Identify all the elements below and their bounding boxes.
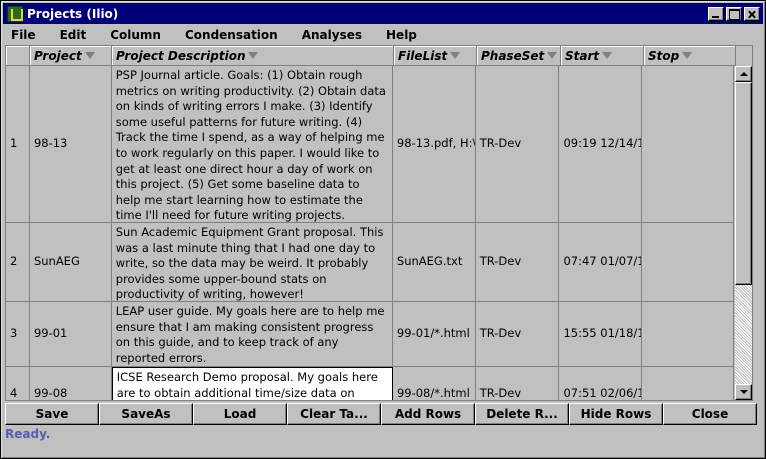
stop-cell[interactable] xyxy=(642,223,734,301)
window-controls xyxy=(706,6,760,21)
column-header-stop[interactable]: Stop xyxy=(644,46,736,66)
row-number: 2 xyxy=(6,223,30,301)
start-cell[interactable]: 15:55 01/18/1 xyxy=(559,302,643,366)
stop-cell[interactable] xyxy=(642,367,734,400)
column-header-phaseset[interactable]: PhaseSet xyxy=(477,46,561,66)
column-label: Project xyxy=(34,48,82,63)
project-cell[interactable]: SunAEG xyxy=(30,223,112,301)
vertical-scrollbar[interactable] xyxy=(735,66,752,400)
start-cell[interactable]: 07:51 02/06/1 xyxy=(559,367,643,400)
column-header-filelist[interactable]: FileList xyxy=(394,46,477,66)
projects-table: Project Project Description FileList Pha… xyxy=(5,45,753,401)
menu-column[interactable]: Column xyxy=(102,28,169,42)
row-number-header xyxy=(6,46,30,66)
phaseset-cell[interactable]: TR-Dev xyxy=(476,302,560,366)
phaseset-cell[interactable]: TR-Dev xyxy=(476,367,560,400)
project-cell[interactable]: 99-08 xyxy=(30,367,112,400)
row-number: 1 xyxy=(6,66,30,222)
load-button[interactable]: Load xyxy=(193,403,287,425)
description-editor[interactable]: ICSE Research Demo proposal. My goals he… xyxy=(111,367,393,400)
sort-arrow-icon[interactable] xyxy=(682,52,693,59)
start-cell[interactable]: 07:47 01/07/1 xyxy=(559,223,643,301)
row-number: 4 xyxy=(6,367,30,400)
close-button[interactable]: Close xyxy=(663,403,757,425)
table-row[interactable]: 3 99-01 LEAP user guide. My goals here a… xyxy=(6,302,734,367)
projects-window: Projects (Ilio) File Edit Column Condens… xyxy=(0,0,766,459)
filelist-cell[interactable]: 99-08/*.html xyxy=(393,367,476,400)
scroll-down-arrow-icon[interactable] xyxy=(735,384,752,400)
project-cell[interactable]: 99-01 xyxy=(30,302,112,366)
save-as-button[interactable]: SaveAs xyxy=(99,403,193,425)
close-window-button[interactable] xyxy=(744,6,760,21)
column-label: PhaseSet xyxy=(481,48,545,63)
save-button[interactable]: Save xyxy=(5,403,99,425)
minimize-button[interactable] xyxy=(708,6,724,21)
window-title: Projects (Ilio) xyxy=(27,6,119,21)
description-cell[interactable]: PSP Journal article. Goals: (1) Obtain r… xyxy=(112,66,393,222)
table-header: Project Project Description FileList Pha… xyxy=(6,46,736,66)
table-body: 1 98-13 PSP Journal article. Goals: (1) … xyxy=(6,66,734,400)
menu-analyses[interactable]: Analyses xyxy=(294,28,370,42)
maximize-button[interactable] xyxy=(726,6,742,21)
delete-rows-button[interactable]: Delete R... xyxy=(475,403,569,425)
hide-rows-button[interactable]: Hide Rows xyxy=(569,403,663,425)
table-row[interactable]: 2 SunAEG Sun Academic Equipment Grant pr… xyxy=(6,223,734,302)
title-bar[interactable]: Projects (Ilio) xyxy=(3,3,763,24)
stop-cell[interactable] xyxy=(642,302,734,366)
sort-arrow-icon[interactable] xyxy=(602,52,613,59)
scroll-up-arrow-icon[interactable] xyxy=(735,66,752,82)
menu-bar: File Edit Column Condensation Analyses H… xyxy=(3,25,763,44)
clear-table-button[interactable]: Clear Ta... xyxy=(287,403,381,425)
row-number: 3 xyxy=(6,302,30,366)
filelist-cell[interactable]: 99-01/*.html xyxy=(393,302,476,366)
scroll-thumb[interactable] xyxy=(735,82,752,285)
sort-arrow-icon[interactable] xyxy=(84,52,95,59)
column-header-project[interactable]: Project xyxy=(30,46,112,66)
table-row[interactable]: 4 99-08 ICSE Research Demo proposal. My … xyxy=(6,367,734,400)
column-label: FileList xyxy=(398,48,448,63)
menu-condensation[interactable]: Condensation xyxy=(177,28,286,42)
status-text: Ready. xyxy=(5,427,51,441)
column-label: Project Description xyxy=(116,48,246,63)
description-cell[interactable]: Sun Academic Equipment Grant proposal. T… xyxy=(112,223,393,301)
filelist-cell[interactable]: SunAEG.txt xyxy=(393,223,476,301)
menu-file[interactable]: File xyxy=(3,28,44,42)
column-label: Stop xyxy=(648,48,680,63)
menu-edit[interactable]: Edit xyxy=(52,28,95,42)
description-cell[interactable]: LEAP user guide. My goals here are to he… xyxy=(112,302,393,366)
column-label: Start xyxy=(565,48,600,63)
start-cell[interactable]: 09:19 12/14/1 xyxy=(559,66,643,222)
menu-help[interactable]: Help xyxy=(378,28,425,42)
add-rows-button[interactable]: Add Rows xyxy=(381,403,475,425)
sort-arrow-icon[interactable] xyxy=(248,52,259,59)
column-header-start[interactable]: Start xyxy=(561,46,644,66)
app-icon[interactable] xyxy=(7,5,23,22)
sort-arrow-icon[interactable] xyxy=(450,52,461,59)
column-header-project-description[interactable]: Project Description xyxy=(112,46,394,66)
phaseset-cell[interactable]: TR-Dev xyxy=(476,66,560,222)
sort-arrow-icon[interactable] xyxy=(547,52,558,59)
project-cell[interactable]: 98-13 xyxy=(30,66,112,222)
filelist-cell[interactable]: 98-13.pdf, H:\ xyxy=(393,66,476,222)
button-bar: Save SaveAs Load Clear Ta... Add Rows De… xyxy=(5,403,757,425)
stop-cell[interactable] xyxy=(642,66,734,222)
phaseset-cell[interactable]: TR-Dev xyxy=(476,223,560,301)
table-row[interactable]: 1 98-13 PSP Journal article. Goals: (1) … xyxy=(6,66,734,223)
